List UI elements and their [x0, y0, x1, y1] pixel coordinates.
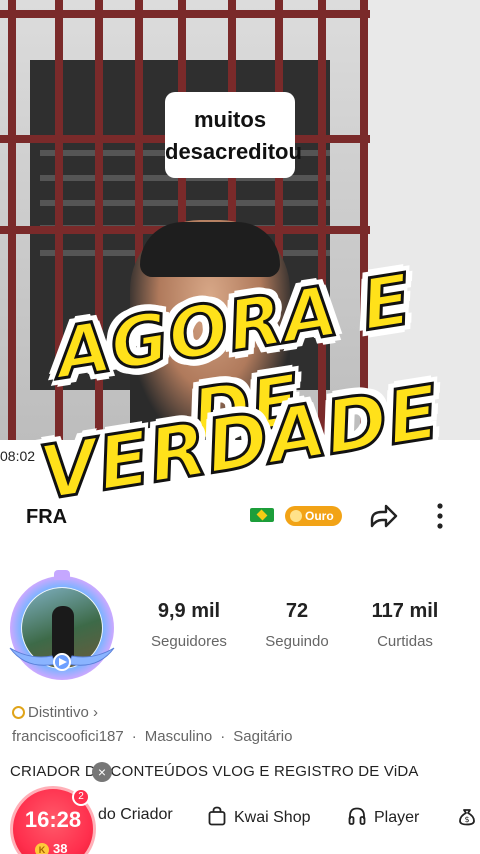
more-icon[interactable] — [430, 500, 450, 534]
svg-text:$: $ — [464, 815, 469, 824]
profile-bio: CRIADOR DE CONTEÚDOS VLOG E REGISTRO DE … — [10, 763, 419, 780]
kwai-shop-link[interactable]: Kwai Shop — [208, 806, 311, 827]
money-bag-icon: $ — [459, 809, 475, 826]
meta-separator: · — [131, 728, 137, 745]
followers-stat[interactable]: 9,9 mil Seguidores — [134, 600, 244, 650]
headphones-icon — [348, 807, 366, 825]
player-link[interactable]: Player — [348, 806, 419, 827]
following-count: 72 — [285, 600, 309, 622]
chevron-right-icon: › — [88, 704, 99, 721]
badge-icon — [12, 706, 25, 719]
floating-timer-coins: K 38 — [35, 841, 67, 854]
profile-handle: franciscoofici187 — [12, 728, 124, 745]
caption-line-1: muitos — [193, 107, 267, 132]
following-label: Seguindo — [265, 633, 329, 650]
profile-zodiac: Sagitário — [233, 728, 293, 745]
video-caption: muitos desacreditou — [165, 92, 302, 178]
player-label: Player — [374, 809, 420, 826]
likes-stat[interactable]: 117 mil Curtidas — [350, 600, 460, 650]
level-badge[interactable]: Ouro — [285, 506, 342, 526]
window-bar — [0, 10, 370, 18]
followers-count: 9,9 mil — [157, 600, 221, 622]
caption-line-2: desacreditou — [165, 139, 302, 164]
notification-badge: 2 — [72, 788, 90, 806]
brazil-flag-icon — [250, 508, 274, 522]
shopping-bag-icon — [208, 806, 226, 826]
creator-center-label: do Criador — [98, 806, 173, 823]
close-icon[interactable]: × — [92, 762, 112, 782]
wings-icon — [9, 647, 115, 671]
profile-gender: Masculino — [144, 728, 213, 745]
floating-timer-time: 16:28 — [24, 807, 82, 832]
likes-count: 117 mil — [371, 600, 439, 622]
avatar[interactable] — [6, 570, 118, 684]
coin-icon: K — [35, 843, 49, 854]
meta-separator: · — [220, 728, 226, 745]
following-stat[interactable]: 72 Seguindo — [242, 600, 352, 650]
kwai-shop-label: Kwai Shop — [234, 809, 311, 826]
followers-label: Seguidores — [151, 633, 227, 650]
share-icon[interactable] — [366, 500, 400, 534]
person-hair — [140, 222, 280, 277]
earnings-link[interactable]: $ — [458, 806, 480, 827]
badge-link[interactable]: Distintivo › — [12, 704, 98, 721]
coin-count: 38 — [53, 841, 68, 854]
creator-center-link[interactable]: do Criador — [98, 806, 173, 824]
crown-icon — [54, 570, 70, 580]
profile-meta: franciscoofici187 · Masculino · Sagitário — [12, 728, 292, 745]
likes-label: Curtidas — [377, 633, 433, 650]
badge-link-label: Distintivo — [28, 704, 89, 721]
